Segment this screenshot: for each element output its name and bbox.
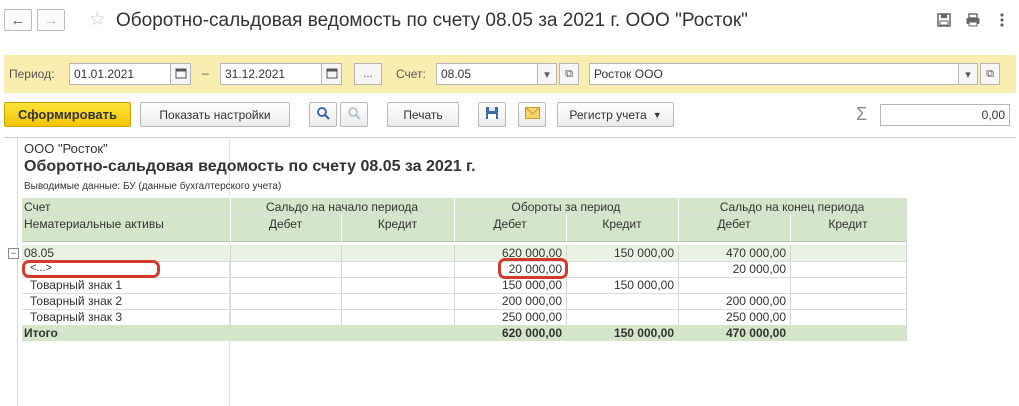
- cancel-search-button[interactable]: [340, 102, 368, 127]
- header-closing-credit: Кредит: [828, 217, 868, 231]
- organization-field[interactable]: Росток ООО: [589, 63, 959, 85]
- arrow-left-icon: ←: [10, 11, 26, 29]
- forward-button[interactable]: →: [37, 9, 65, 31]
- header-opening-credit: Кредит: [377, 217, 418, 231]
- total-turnover-debit: 620 000,00: [501, 326, 562, 340]
- row-subconto: Товарный знак 1: [30, 278, 123, 292]
- find-button[interactable]: [309, 102, 337, 127]
- save-report-button[interactable]: [478, 102, 506, 127]
- favorite-star-icon[interactable]: ☆: [89, 8, 106, 31]
- organization-dropdown-button[interactable]: ▾: [958, 63, 978, 85]
- back-button[interactable]: ←: [4, 9, 32, 31]
- header-turnover-credit: Кредит: [602, 217, 642, 231]
- registry-dropdown-button[interactable]: Регистр учета ▼: [557, 102, 674, 127]
- sum-field: 0,00: [880, 104, 1010, 126]
- header-closing: Сальдо на конец периода: [719, 200, 865, 214]
- envelope-icon: [524, 107, 540, 122]
- print-icon[interactable]: [964, 12, 982, 30]
- chevron-down-icon: ▾: [965, 68, 971, 81]
- header-turnover-debit: Дебет: [493, 217, 527, 231]
- period-dash: –: [202, 66, 209, 80]
- filter-panel: Период: 01.01.2021 – 31.12.2021 ... Счет…: [4, 55, 1016, 93]
- calendar-icon: [175, 67, 187, 82]
- total-turnover-credit: 150 000,00: [613, 326, 674, 340]
- row-turnover-credit: 150 000,00: [613, 278, 674, 292]
- row-closing-debit: 250 000,00: [725, 310, 786, 324]
- header-subaccount: Нематериальные активы: [24, 217, 164, 231]
- row-turnover-debit: 200 000,00: [501, 294, 562, 308]
- account-open-button[interactable]: ⧉: [559, 63, 579, 85]
- registry-label: Регистр учета: [569, 107, 647, 122]
- row-subconto: Товарный знак 2: [30, 294, 123, 308]
- window-title: Оборотно-сальдовая ведомость по счету 08…: [116, 10, 748, 31]
- row-closing-debit: 20 000,00: [732, 262, 786, 276]
- search-icon: [316, 106, 330, 123]
- row-turnover-credit: 150 000,00: [613, 246, 674, 260]
- account-field[interactable]: 08.05: [436, 63, 538, 85]
- organization-open-button[interactable]: ⧉: [980, 63, 1000, 85]
- date-from-calendar-button[interactable]: [170, 63, 191, 85]
- column-line: [906, 198, 907, 341]
- date-from-field[interactable]: 01.01.2021: [69, 63, 171, 85]
- highlight-empty-subconto: [22, 260, 160, 278]
- row-turnover-debit: 250 000,00: [501, 310, 562, 324]
- open-window-icon: ⧉: [565, 67, 573, 80]
- period-select-button[interactable]: ...: [354, 63, 382, 85]
- chevron-down-icon: ▼: [652, 109, 662, 120]
- row-closing-debit: 200 000,00: [725, 294, 786, 308]
- total-closing-debit: 470 000,00: [725, 326, 786, 340]
- show-settings-button[interactable]: Показать настройки: [140, 102, 290, 127]
- chevron-down-icon: ▾: [544, 68, 550, 81]
- row-subconto: Товарный знак 3: [30, 310, 123, 324]
- date-to-field[interactable]: 31.12.2021: [220, 63, 322, 85]
- save-icon[interactable]: [935, 12, 953, 30]
- more-menu-icon[interactable]: [993, 12, 1011, 30]
- send-mail-button[interactable]: [518, 102, 546, 127]
- header-opening: Сальдо на начало периода: [265, 200, 419, 214]
- account-dropdown-button[interactable]: ▾: [537, 63, 557, 85]
- report-org: ООО "Росток": [24, 141, 108, 156]
- search-cancel-icon: [347, 106, 361, 123]
- calendar-icon: [326, 67, 338, 82]
- highlight-turnover-value: [498, 258, 568, 279]
- row-turnover-debit: 150 000,00: [501, 278, 562, 292]
- report-title: Оборотно-сальдовая ведомость по счету 08…: [24, 158, 476, 175]
- arrow-right-icon: →: [43, 11, 59, 29]
- print-button[interactable]: Печать: [387, 102, 459, 127]
- report-area: ООО "Росток" Оборотно-сальдовая ведомост…: [4, 137, 1016, 406]
- total-label: Итого: [24, 326, 58, 340]
- floppy-disk-icon: [485, 106, 499, 123]
- sum-icon: Σ: [856, 104, 868, 124]
- row-account: 08.05: [24, 246, 55, 260]
- collapse-group-button[interactable]: −: [8, 248, 19, 259]
- grouping-gutter-line: [17, 138, 18, 406]
- account-label: Счет:: [396, 67, 426, 81]
- header-account: Счет: [24, 200, 51, 214]
- row-closing-debit: 470 000,00: [725, 246, 786, 260]
- header-turnover: Обороты за период: [511, 200, 621, 214]
- header-closing-debit: Дебет: [717, 217, 751, 231]
- date-to-calendar-button[interactable]: [321, 63, 342, 85]
- period-label: Период:: [9, 67, 55, 81]
- open-window-icon: ⧉: [986, 67, 994, 80]
- report-output-data: Выводимые данные: БУ (данные бухгалтерск…: [24, 181, 282, 192]
- generate-button[interactable]: Сформировать: [4, 102, 131, 127]
- header-opening-debit: Дебет: [268, 217, 303, 231]
